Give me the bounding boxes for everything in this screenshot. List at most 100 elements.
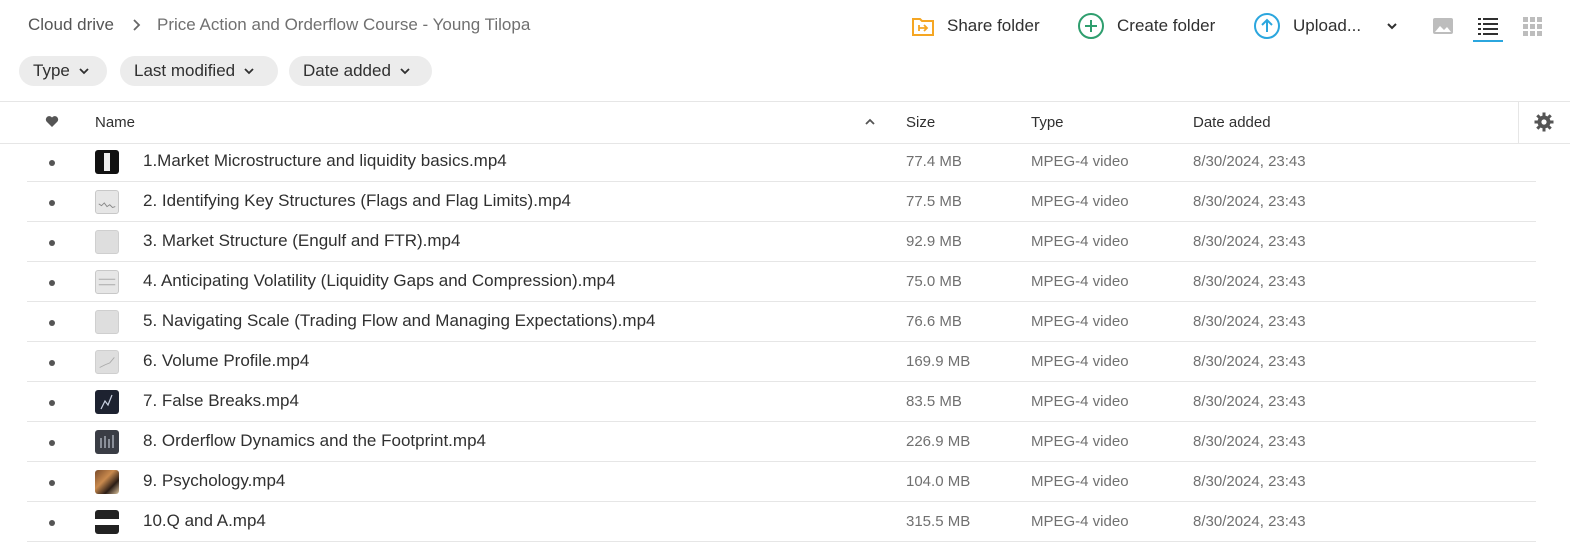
file-type: MPEG-4 video: [1031, 393, 1129, 410]
file-name[interactable]: 5. Navigating Scale (Trading Flow and Ma…: [143, 311, 655, 331]
file-size: 169.9 MB: [906, 353, 971, 370]
file-size: 92.9 MB: [906, 233, 962, 250]
file-size: 77.5 MB: [906, 193, 962, 210]
breadcrumb-root[interactable]: Cloud drive: [28, 15, 114, 35]
video-thumbnail: [95, 430, 119, 454]
table-header: Name Size Type Date added: [0, 102, 1570, 144]
chevron-down-icon: [244, 68, 254, 75]
date-added-filter-chip[interactable]: Date added: [289, 56, 432, 86]
file-date-added: 8/30/2024, 23:43: [1193, 433, 1306, 450]
add-circle-icon: [1078, 13, 1104, 39]
bullet: [49, 320, 55, 326]
file-name[interactable]: 9. Psychology.mp4: [143, 471, 285, 491]
video-thumbnail: [95, 190, 119, 214]
table-row[interactable]: 8. Orderflow Dynamics and the Footprint.…: [0, 422, 1570, 462]
table-row[interactable]: 1.Market Microstructure and liquidity ba…: [0, 142, 1570, 182]
file-date-added: 8/30/2024, 23:43: [1193, 193, 1306, 210]
bullet: [49, 480, 55, 486]
last-modified-filter-label: Last modified: [134, 61, 236, 80]
video-thumbnail: [95, 350, 119, 374]
file-date-added: 8/30/2024, 23:43: [1193, 153, 1306, 170]
upload-label: Upload...: [1293, 16, 1362, 35]
file-size: 77.4 MB: [906, 153, 962, 170]
file-size: 104.0 MB: [906, 473, 971, 490]
file-date-added: 8/30/2024, 23:43: [1193, 273, 1306, 290]
upload-circle-icon: [1254, 13, 1280, 39]
video-thumbnail: [95, 390, 119, 414]
file-type: MPEG-4 video: [1031, 313, 1129, 330]
file-name[interactable]: 6. Volume Profile.mp4: [143, 351, 309, 371]
share-folder-label: Share folder: [947, 16, 1040, 35]
file-size: 226.9 MB: [906, 433, 971, 450]
file-type: MPEG-4 video: [1031, 233, 1129, 250]
create-folder-button[interactable]: Create folder: [1077, 12, 1215, 40]
file-date-added: 8/30/2024, 23:43: [1193, 513, 1306, 530]
type-filter-chip[interactable]: Type: [19, 56, 107, 86]
grid-view-icon[interactable]: [1520, 14, 1544, 38]
share-folder-icon: [912, 18, 934, 36]
file-date-added: 8/30/2024, 23:43: [1193, 313, 1306, 330]
file-name[interactable]: 3. Market Structure (Engulf and FTR).mp4: [143, 231, 460, 251]
heart-icon[interactable]: [45, 115, 59, 128]
type-filter-label: Type: [33, 61, 70, 80]
table-row[interactable]: 2. Identifying Key Structures (Flags and…: [0, 182, 1570, 222]
video-thumbnail: [95, 310, 119, 334]
file-size: 76.6 MB: [906, 313, 962, 330]
file-type: MPEG-4 video: [1031, 353, 1129, 370]
bullet: [49, 520, 55, 526]
bullet: [49, 440, 55, 446]
file-name[interactable]: 8. Orderflow Dynamics and the Footprint.…: [143, 431, 486, 451]
file-name[interactable]: 4. Anticipating Volatility (Liquidity Ga…: [143, 271, 615, 291]
file-size: 75.0 MB: [906, 273, 962, 290]
table-row[interactable]: 9. Psychology.mp4 104.0 MB MPEG-4 video …: [0, 462, 1570, 502]
breadcrumb-current: Price Action and Orderflow Course - Youn…: [157, 15, 531, 34]
file-name[interactable]: 10.Q and A.mp4: [143, 511, 266, 531]
chevron-down-icon: [79, 68, 89, 75]
list-view-icon[interactable]: [1476, 14, 1500, 38]
table-row[interactable]: 10.Q and A.mp4 315.5 MB MPEG-4 video 8/3…: [0, 502, 1570, 542]
table-row[interactable]: 7. False Breaks.mp4 83.5 MB MPEG-4 video…: [0, 382, 1570, 422]
last-modified-filter-chip[interactable]: Last modified: [120, 56, 278, 86]
file-date-added: 8/30/2024, 23:43: [1193, 393, 1306, 410]
video-thumbnail: [95, 150, 119, 174]
file-type: MPEG-4 video: [1031, 193, 1129, 210]
table-row[interactable]: 3. Market Structure (Engulf and FTR).mp4…: [0, 222, 1570, 262]
file-date-added: 8/30/2024, 23:43: [1193, 233, 1306, 250]
upload-button[interactable]: Upload...: [1253, 12, 1399, 40]
table-row[interactable]: 4. Anticipating Volatility (Liquidity Ga…: [0, 262, 1570, 302]
file-date-added: 8/30/2024, 23:43: [1193, 473, 1306, 490]
bullet: [49, 160, 55, 166]
column-header-date-added[interactable]: Date added: [1193, 114, 1271, 131]
chevron-right-icon: [133, 19, 141, 31]
file-size: 83.5 MB: [906, 393, 962, 410]
image-view-icon[interactable]: [1431, 14, 1455, 38]
gear-icon: [1534, 112, 1554, 132]
file-type: MPEG-4 video: [1031, 433, 1129, 450]
column-header-type[interactable]: Type: [1031, 114, 1064, 131]
video-thumbnail: [95, 230, 119, 254]
bullet: [49, 280, 55, 286]
column-header-size[interactable]: Size: [906, 114, 935, 131]
file-list: 1.Market Microstructure and liquidity ba…: [0, 142, 1570, 542]
file-type: MPEG-4 video: [1031, 273, 1129, 290]
create-folder-label: Create folder: [1117, 16, 1216, 35]
share-folder-button[interactable]: Share folder: [911, 12, 1040, 40]
bullet: [49, 400, 55, 406]
bullet: [49, 360, 55, 366]
column-header-name[interactable]: Name: [95, 114, 135, 131]
column-settings-button[interactable]: [1518, 102, 1570, 143]
top-bar: Cloud drive Price Action and Orderflow C…: [0, 0, 1570, 52]
bullet: [49, 200, 55, 206]
file-name[interactable]: 1.Market Microstructure and liquidity ba…: [143, 151, 507, 171]
video-thumbnail: [95, 470, 119, 494]
file-name[interactable]: 7. False Breaks.mp4: [143, 391, 299, 411]
file-name[interactable]: 2. Identifying Key Structures (Flags and…: [143, 191, 571, 211]
file-type: MPEG-4 video: [1031, 153, 1129, 170]
file-size: 315.5 MB: [906, 513, 971, 530]
table-row[interactable]: 5. Navigating Scale (Trading Flow and Ma…: [0, 302, 1570, 342]
table-row[interactable]: 6. Volume Profile.mp4 169.9 MB MPEG-4 vi…: [0, 342, 1570, 382]
row-divider: [27, 541, 1536, 542]
file-date-added: 8/30/2024, 23:43: [1193, 353, 1306, 370]
date-added-filter-label: Date added: [303, 61, 391, 80]
sort-ascending-icon[interactable]: [864, 118, 876, 126]
